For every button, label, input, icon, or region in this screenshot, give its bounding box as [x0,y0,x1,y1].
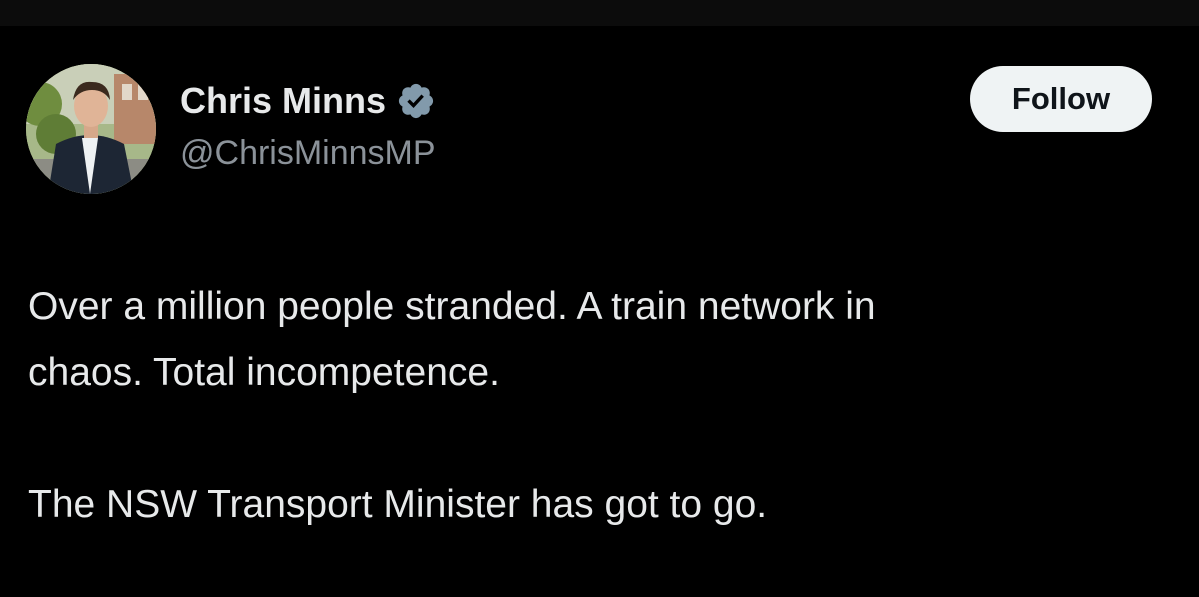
tweet-text-line: Over a million people stranded. A train … [28,285,876,328]
tweet-text-line: chaos. Total incompetence. [28,351,500,394]
author-display-name[interactable]: Chris Minns [180,80,386,122]
author-name-row: Chris Minns [180,78,436,124]
top-bar [0,0,1199,26]
avatar[interactable] [26,64,156,194]
avatar-photo [26,64,156,194]
author-handle[interactable]: @ChrisMinnsMP [180,134,436,173]
tweet-text-line: The NSW Transport Minister has got to go… [28,483,768,526]
follow-button[interactable]: Follow [970,66,1152,132]
verified-badge-icon[interactable] [396,81,436,121]
tweet-text: Over a million people stranded. A train … [28,274,1178,538]
tweet-card: Chris Minns @ChrisMinnsMP Follow Over a … [0,26,1199,597]
